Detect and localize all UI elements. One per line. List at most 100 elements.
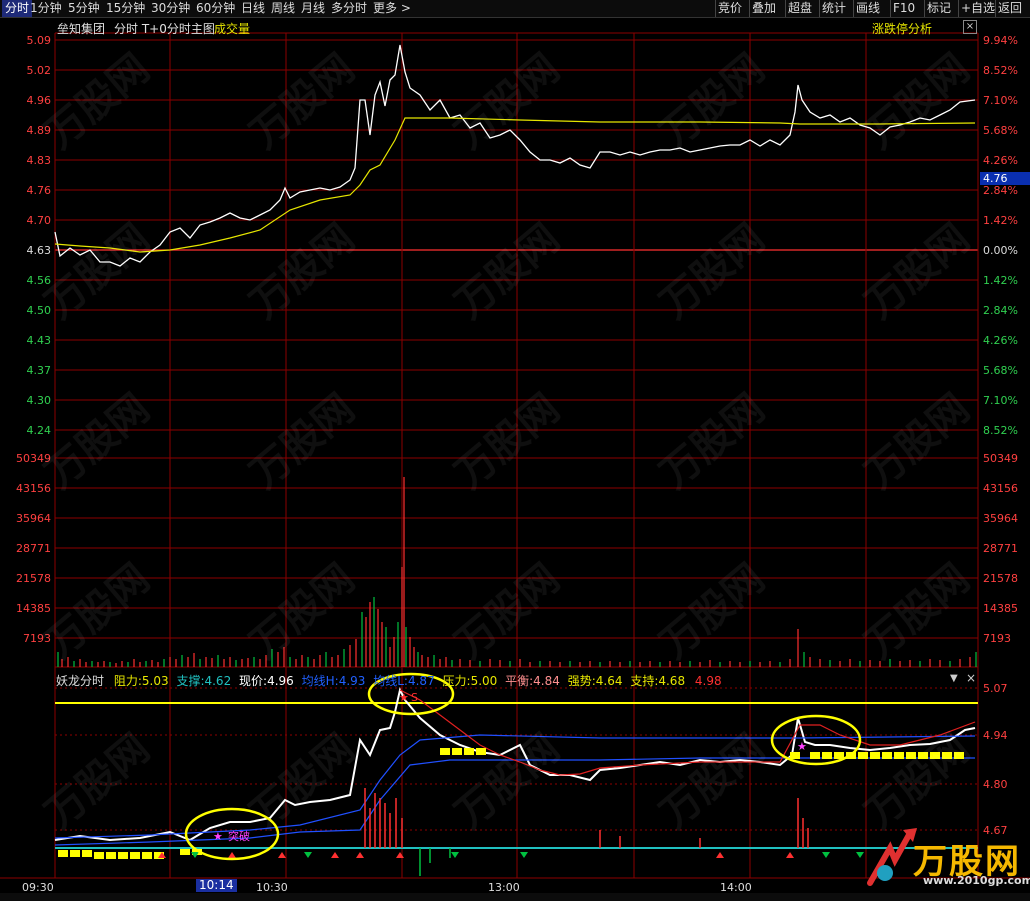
indicator-tick-label: 4.80 xyxy=(983,778,1008,791)
volume-tick-label: 43156 xyxy=(16,482,51,495)
star-icon: ★ xyxy=(399,691,409,704)
cursor-time-badge: 10:14 xyxy=(196,879,237,892)
watermark-text: 万股网 xyxy=(447,555,568,667)
pct-tick-label: 7.10% xyxy=(983,94,1018,107)
support2-label: 支持: xyxy=(630,674,659,688)
pct-tick-label: 9.94% xyxy=(983,34,1018,47)
price-value: 4.96 xyxy=(267,674,294,688)
volume-tick-label: 28771 xyxy=(16,542,51,555)
indicator-tick-label: 4.94 xyxy=(983,729,1008,742)
bottom-bar xyxy=(0,893,1030,901)
sell-signal-label: S xyxy=(411,691,418,704)
pct-tick-label: 5.68% xyxy=(983,124,1018,137)
volume-tick-label-right: 50349 xyxy=(983,452,1018,465)
watermark-text: 万股网 xyxy=(652,215,773,327)
signal-arrow xyxy=(396,852,404,858)
signal-block xyxy=(82,850,92,857)
watermark-text: 万股网 xyxy=(242,45,363,157)
signal-arrow xyxy=(331,852,339,858)
watermark-text: 万股网 xyxy=(447,215,568,327)
watermark-text: 万股网 xyxy=(447,45,568,157)
balance-label: 平衡: xyxy=(505,674,534,688)
pressure-label: 压力: xyxy=(442,674,471,688)
signal-block xyxy=(464,748,474,755)
signal-arrow xyxy=(716,852,724,858)
signal-block xyxy=(70,850,80,857)
dropdown-icon[interactable]: ▼ xyxy=(950,673,958,684)
resistance-value: 5.03 xyxy=(141,674,169,688)
average-price-line xyxy=(54,117,976,253)
extra-value: 4.98 xyxy=(694,674,722,688)
watermark-text: 万股网 xyxy=(857,215,978,327)
signal-block xyxy=(58,850,68,857)
price-tick-label: 5.09 xyxy=(27,34,52,47)
watermark-text: 万股网 xyxy=(652,555,773,667)
watermark-text: 万股网 xyxy=(242,725,363,837)
pct-tick-label: 4.26% xyxy=(983,154,1018,167)
volume-tick-label: 35964 xyxy=(16,512,51,525)
signal-block xyxy=(142,852,152,859)
watermark-text: 万股网 xyxy=(242,215,363,327)
pct-tick-label: 8.52% xyxy=(983,64,1018,77)
indicator-header: 妖龙分时 阻力:5.03 支撑:4.62 现价:4.96 均线H:4.93 均线… xyxy=(56,672,722,689)
signal-block xyxy=(790,752,800,759)
pct-tick-label: 1.42% xyxy=(983,274,1018,287)
breakout-label: 突破 xyxy=(228,829,250,843)
analysis-button[interactable]: 涨跌停分析 xyxy=(872,20,932,37)
signal-block xyxy=(870,752,880,759)
signal-block xyxy=(94,852,104,859)
avgL-value: 4.87 xyxy=(407,674,435,688)
close-indicator-icon[interactable]: × xyxy=(966,671,976,685)
signal-block xyxy=(106,852,116,859)
signal-block xyxy=(130,852,140,859)
watermark-text: 万股网 xyxy=(652,45,773,157)
brand-logo: 万股网 www.2010gp.com xyxy=(865,828,1030,888)
support-label: 支撑: xyxy=(176,674,205,688)
price-tick-label: 5.02 xyxy=(27,64,52,77)
pct-tick-label: 8.52% xyxy=(983,424,1018,437)
signal-block xyxy=(822,752,832,759)
pct-tick-label: 2.84% xyxy=(983,184,1018,197)
support2-value: 4.68 xyxy=(658,674,686,688)
indicator-tick-label: 5.07 xyxy=(983,682,1008,695)
strength-label: 强势: xyxy=(567,674,596,688)
signal-block xyxy=(858,752,868,759)
intraday-chart: 5.09 9.94%5.02 8.52%4.96 7.10%4.89 5.68%4.83… xyxy=(0,32,1030,894)
close-icon[interactable]: × xyxy=(963,20,977,34)
watermark-text: 万股网 xyxy=(242,555,363,667)
avgH-label: 均线H: xyxy=(301,674,339,688)
price-tick-label: 4.96 xyxy=(27,94,52,107)
pressure-value: 5.00 xyxy=(470,674,498,688)
signal-block xyxy=(452,748,462,755)
watermark-text: 万股网 xyxy=(652,385,773,497)
signal-arrow xyxy=(786,852,794,858)
signal-arrow xyxy=(304,852,312,858)
pct-tick-label: 4.26% xyxy=(983,334,1018,347)
pct-tick-label: 2.84% xyxy=(983,304,1018,317)
signal-block xyxy=(180,848,190,855)
indicator-name[interactable]: 妖龙分时 xyxy=(56,674,104,688)
volume-label[interactable]: 成交量 xyxy=(214,20,250,37)
price-label: 现价: xyxy=(239,674,268,688)
chart-mode-label[interactable]: 分时 T+0分时主图 xyxy=(114,20,215,37)
star-icon: ★ xyxy=(797,740,807,753)
volume-tick-label-right: 43156 xyxy=(983,482,1018,495)
signal-block xyxy=(440,748,450,755)
signal-block xyxy=(882,752,892,759)
price-tick-label: 4.76 xyxy=(27,184,52,197)
support-value: 4.62 xyxy=(204,674,232,688)
pct-tick-label: 7.10% xyxy=(983,394,1018,407)
volume-tick-label-right: 21578 xyxy=(983,572,1018,585)
stock-name: 垒知集团 xyxy=(57,22,106,36)
price-tick-label: 4.30 xyxy=(27,394,52,407)
signal-arrow xyxy=(520,852,528,858)
volume-tick-label-right: 7193 xyxy=(983,632,1011,645)
price-tick-label: 4.43 xyxy=(27,334,52,347)
brand-url: www.2010gp.com xyxy=(923,874,1030,887)
signal-block xyxy=(118,852,128,859)
volume-tick-label-right: 28771 xyxy=(983,542,1018,555)
resistance-label: 阻力: xyxy=(113,674,142,688)
signal-block xyxy=(476,748,486,755)
watermark-text: 万股网 xyxy=(242,385,363,497)
signal-arrow xyxy=(856,852,864,858)
